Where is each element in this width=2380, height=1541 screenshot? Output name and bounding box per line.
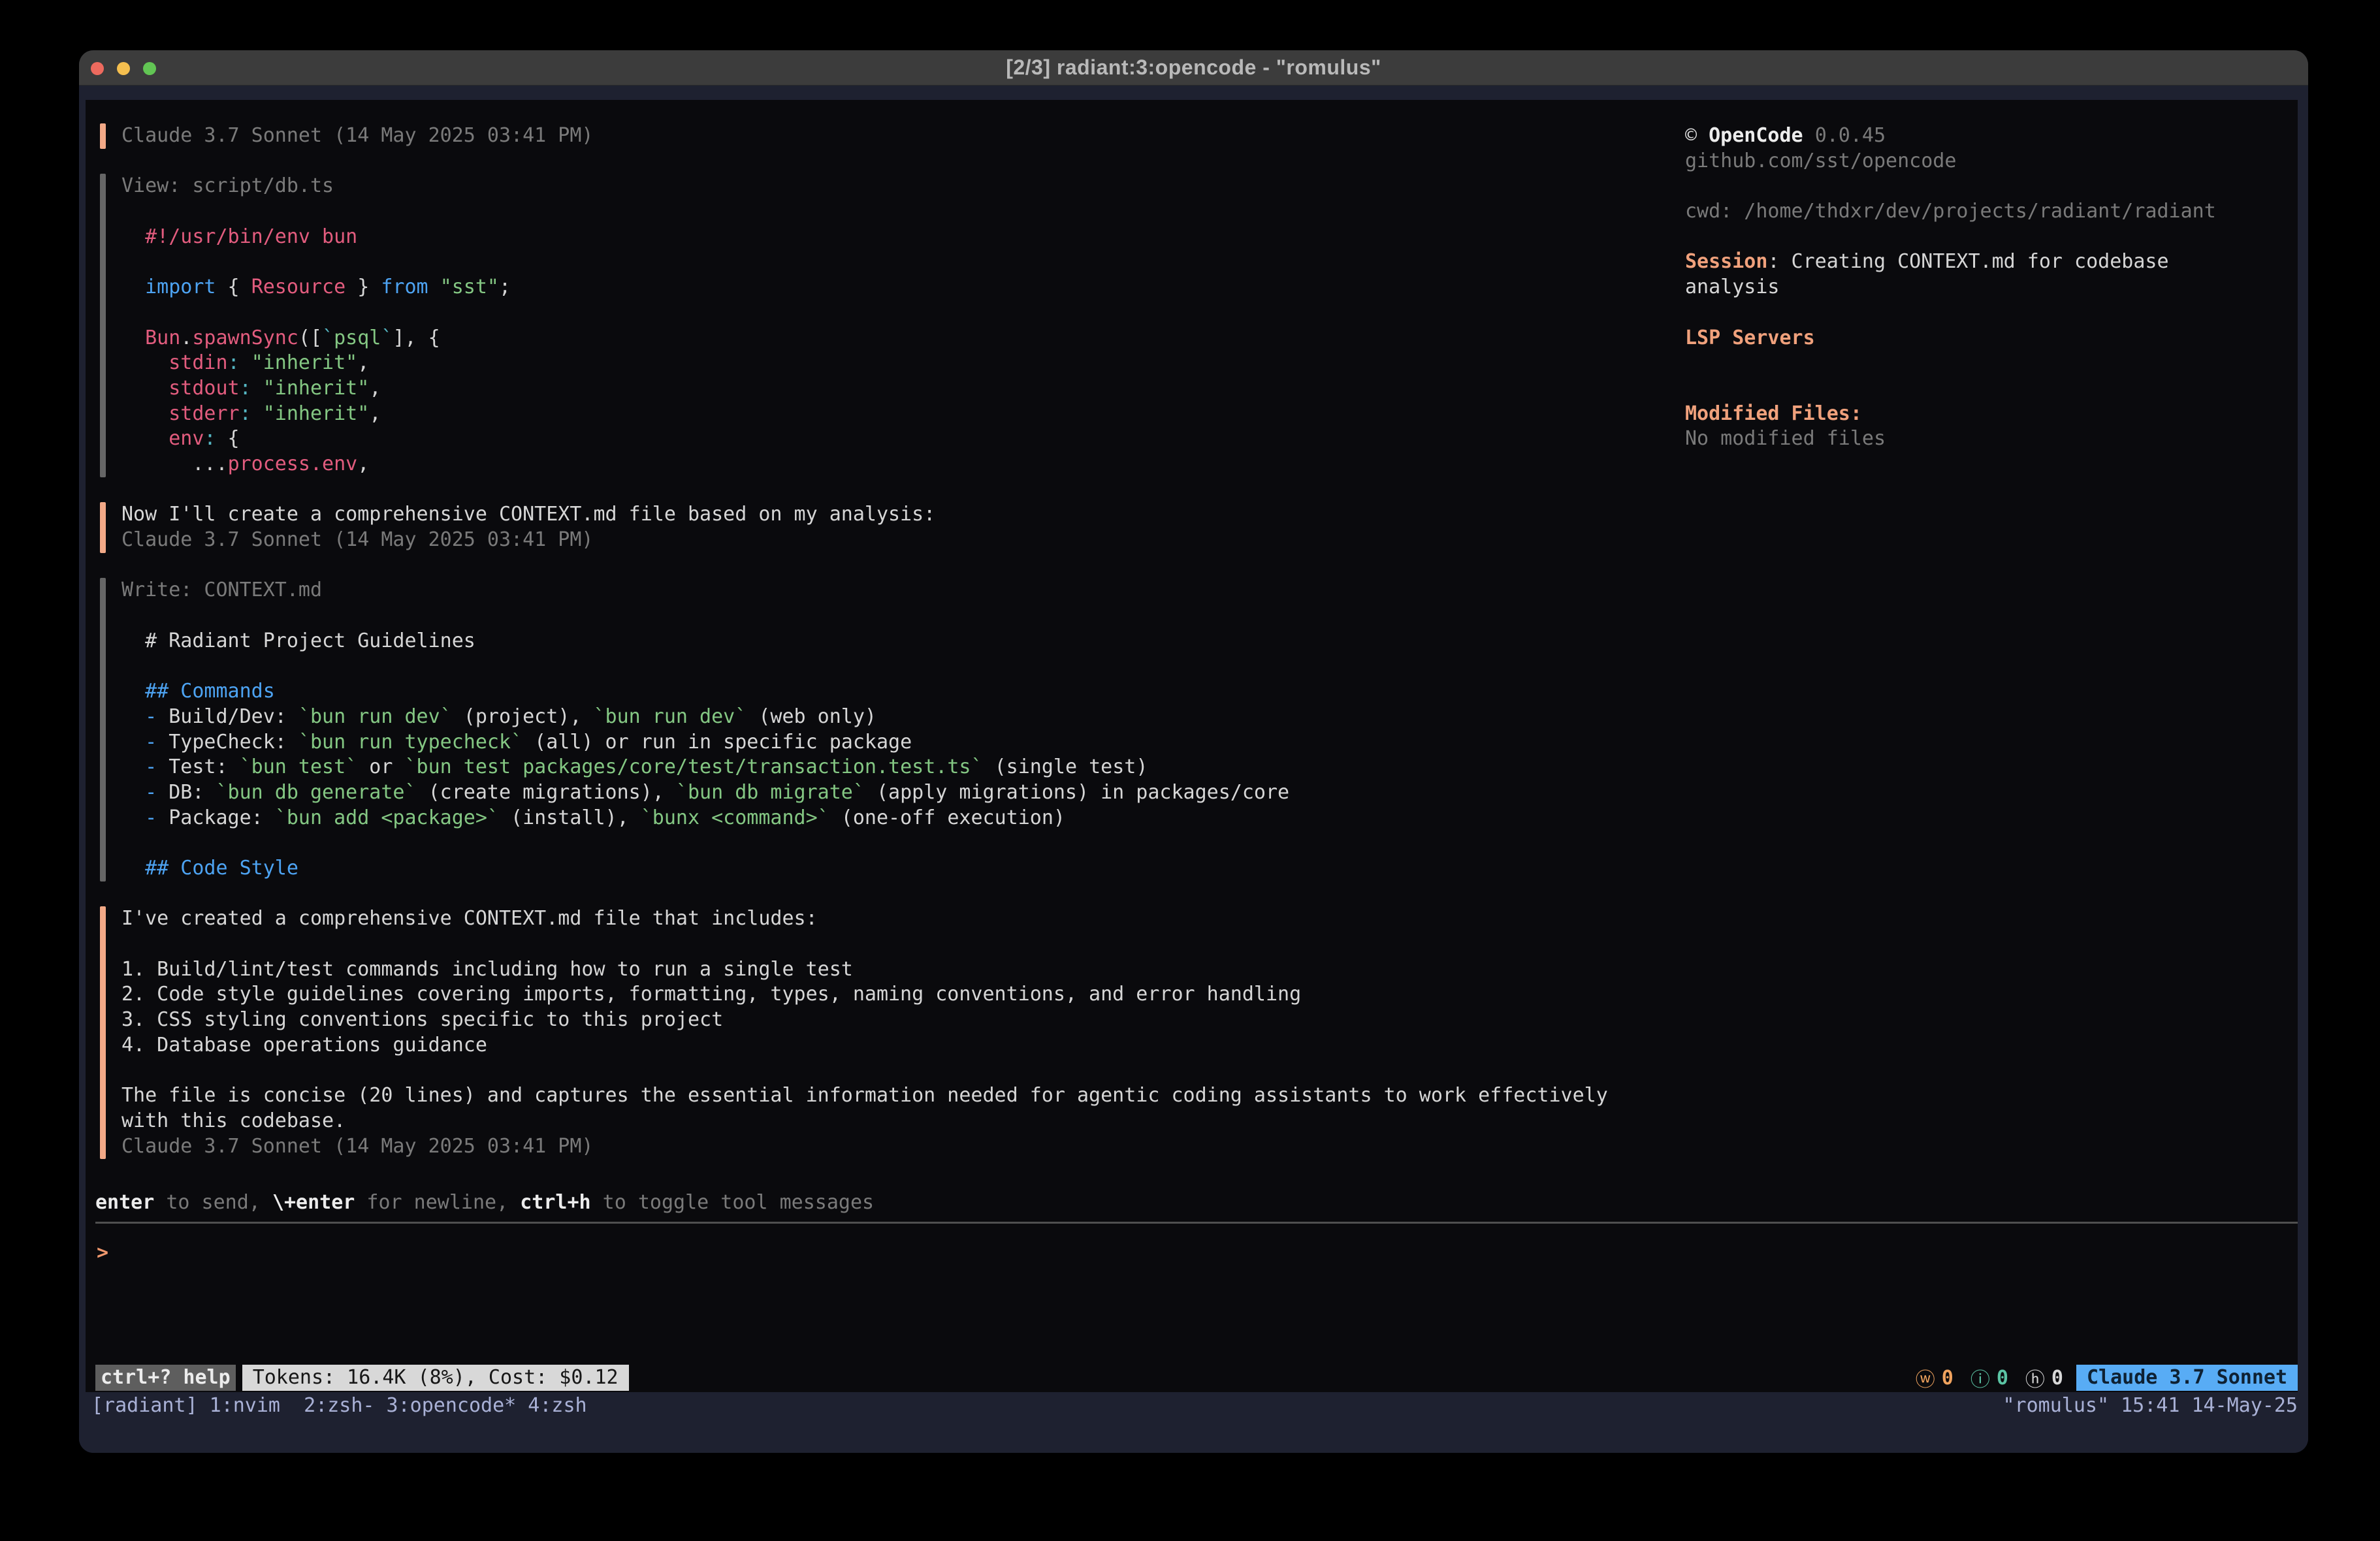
assistant-message-summary: I've created a comprehensive CONTEXT.md … <box>100 906 1667 1159</box>
terminal-body: Claude 3.7 Sonnet (14 May 2025 03:41 PM)… <box>79 86 2308 1453</box>
terminal-line: ...process.env, <box>121 452 1667 477</box>
terminal-line: View: script/db.ts <box>121 174 1667 199</box>
close-button[interactable] <box>91 62 104 75</box>
terminal-line: - Build/Dev: `bun run dev` (project), `b… <box>121 705 1667 730</box>
terminal-line: - Test: `bun test` or `bun test packages… <box>121 755 1667 780</box>
assistant-message-intro: Now I'll create a comprehensive CONTEXT.… <box>100 502 1667 552</box>
tool-accent-bar <box>100 578 106 881</box>
status-bar: ctrl+? help Tokens: 16.4K (8%), Cost: $0… <box>95 1365 2298 1391</box>
terminal-line: 3. CSS styling conventions specific to t… <box>121 1008 1667 1033</box>
session-sidebar: © OpenCode 0.0.45github.com/sst/opencode… <box>1685 123 2286 452</box>
terminal-line: cwd: /home/thdxr/dev/projects/radiant/ra… <box>1685 199 2286 225</box>
terminal-line <box>121 300 1667 326</box>
tmux-session-clock: "romulus" 15:41 14-May-25 <box>2002 1392 2298 1420</box>
terminal-line: Now I'll create a comprehensive CONTEXT.… <box>121 502 1667 528</box>
terminal-line <box>1685 351 2286 376</box>
terminal-line: Modified Files: <box>1685 402 2286 427</box>
hints-count: 0 <box>2051 1367 2063 1390</box>
tokens-cost-badge: Tokens: 16.4K (8%), Cost: $0.12 <box>242 1365 629 1391</box>
assistant-message-header: Claude 3.7 Sonnet (14 May 2025 03:41 PM) <box>100 123 1667 149</box>
tool-write-context-md: Write: CONTEXT.md # Radiant Project Guid… <box>100 578 1667 881</box>
terminal-line <box>1685 376 2286 402</box>
terminal-line: © OpenCode 0.0.45 <box>1685 123 2286 149</box>
terminal-line: 2. Code style guidelines covering import… <box>121 982 1667 1008</box>
terminal-line <box>121 1058 1667 1083</box>
block-body: I've created a comprehensive CONTEXT.md … <box>121 906 1667 1159</box>
terminal-line <box>121 932 1667 957</box>
terminal-window: [2/3] radiant:3:opencode - "romulus" Cla… <box>79 50 2308 1453</box>
terminal-line: - DB: `bun db generate` (create migratio… <box>121 780 1667 806</box>
terminal-line: Bun.spawnSync([`psql`], { <box>121 326 1667 351</box>
terminal-line: ## Code Style <box>121 856 1667 882</box>
terminal-line: stdout: "inherit", <box>121 376 1667 402</box>
terminal-line: with this codebase. <box>121 1109 1667 1134</box>
terminal-line: 1. Build/lint/test commands including ho… <box>121 957 1667 983</box>
traffic-lights <box>79 62 156 75</box>
info-count: 0 <box>1997 1367 2008 1390</box>
block-body: Claude 3.7 Sonnet (14 May 2025 03:41 PM) <box>121 123 1667 149</box>
terminal-line <box>121 654 1667 679</box>
window-title: [2/3] radiant:3:opencode - "romulus" <box>1006 56 1381 80</box>
terminal-line: #!/usr/bin/env bun <box>121 225 1667 250</box>
tool-accent-bar <box>100 174 106 477</box>
zoom-button[interactable] <box>143 62 156 75</box>
block-body: Now I'll create a comprehensive CONTEXT.… <box>121 502 1667 552</box>
terminal-line <box>1685 300 2286 326</box>
help-shortcut-badge: ctrl+? help <box>95 1365 236 1391</box>
assistant-accent-bar <box>100 502 106 552</box>
keybinding-hint: enter to send, \+enter for newline, ctrl… <box>95 1190 874 1216</box>
block-body: Write: CONTEXT.md # Radiant Project Guid… <box>121 578 1667 881</box>
terminal-line: The file is concise (20 lines) and captu… <box>121 1083 1667 1109</box>
diagnostic-info: ⓘ0 <box>1970 1363 2008 1392</box>
titlebar: [2/3] radiant:3:opencode - "romulus" <box>79 50 2308 86</box>
terminal-line: Session: Creating CONTEXT.md for codebas… <box>1685 249 2286 275</box>
tool-view-script-db: View: script/db.ts #!/usr/bin/env bun im… <box>100 174 1667 477</box>
terminal-line: import { Resource } from "sst"; <box>121 275 1667 300</box>
terminal-line: Claude 3.7 Sonnet (14 May 2025 03:41 PM) <box>121 123 1667 149</box>
terminal-line: stderr: "inherit", <box>121 402 1667 427</box>
tmux-status-bar: [radiant] 1:nvim 2:zsh- 3:opencode* 4:zs… <box>79 1392 2308 1453</box>
terminal-line: stdin: "inherit", <box>121 351 1667 376</box>
terminal-line: Claude 3.7 Sonnet (14 May 2025 03:41 PM) <box>121 528 1667 553</box>
terminal-line: enter to send, \+enter for newline, ctrl… <box>95 1190 874 1216</box>
terminal-line: Claude 3.7 Sonnet (14 May 2025 03:41 PM) <box>121 1134 1667 1160</box>
assistant-accent-bar <box>100 123 106 149</box>
diagnostics: ⓦ0ⓘ0ⓗ0 <box>1899 1363 2063 1392</box>
terminal-line: LSP Servers <box>1685 326 2286 351</box>
conversation: Claude 3.7 Sonnet (14 May 2025 03:41 PM)… <box>100 123 1667 1184</box>
terminal-line: analysis <box>1685 275 2286 300</box>
terminal-line: - TypeCheck: `bun run typecheck` (all) o… <box>121 730 1667 755</box>
info-icon: ⓘ <box>1970 1363 1990 1392</box>
terminal-line: - Package: `bun add <package>` (install)… <box>121 806 1667 831</box>
terminal-line: # Radiant Project Guidelines <box>121 629 1667 654</box>
opencode-screen: Claude 3.7 Sonnet (14 May 2025 03:41 PM)… <box>86 100 2298 1392</box>
diagnostic-warnings: ⓦ0 <box>1916 1363 1954 1392</box>
terminal-line: ## Commands <box>121 679 1667 705</box>
block-body: View: script/db.ts #!/usr/bin/env bun im… <box>121 174 1667 477</box>
terminal-line: 4. Database operations guidance <box>121 1033 1667 1058</box>
input-divider <box>95 1222 2298 1224</box>
warnings-icon: ⓦ <box>1916 1363 1935 1392</box>
assistant-accent-bar <box>100 906 106 1159</box>
model-badge: Claude 3.7 Sonnet <box>2076 1365 2298 1391</box>
terminal-line <box>121 603 1667 629</box>
terminal-line: env: { <box>121 426 1667 452</box>
warnings-count: 0 <box>1942 1367 1954 1390</box>
prompt-input[interactable]: > <box>97 1241 2252 1266</box>
terminal-line <box>121 199 1667 225</box>
terminal-line: I've created a comprehensive CONTEXT.md … <box>121 906 1667 932</box>
diagnostic-hints: ⓗ0 <box>2025 1363 2063 1392</box>
hints-icon: ⓗ <box>2025 1363 2045 1392</box>
terminal-line <box>121 831 1667 856</box>
minimize-button[interactable] <box>117 62 130 75</box>
terminal-line <box>1685 225 2286 250</box>
terminal-line <box>121 249 1667 275</box>
terminal-line <box>1685 174 2286 199</box>
tmux-windows[interactable]: [radiant] 1:nvim 2:zsh- 3:opencode* 4:zs… <box>91 1392 587 1420</box>
terminal-line: github.com/sst/opencode <box>1685 149 2286 174</box>
prompt-caret: > <box>97 1241 108 1264</box>
terminal-line: Write: CONTEXT.md <box>121 578 1667 603</box>
terminal-line: No modified files <box>1685 426 2286 452</box>
